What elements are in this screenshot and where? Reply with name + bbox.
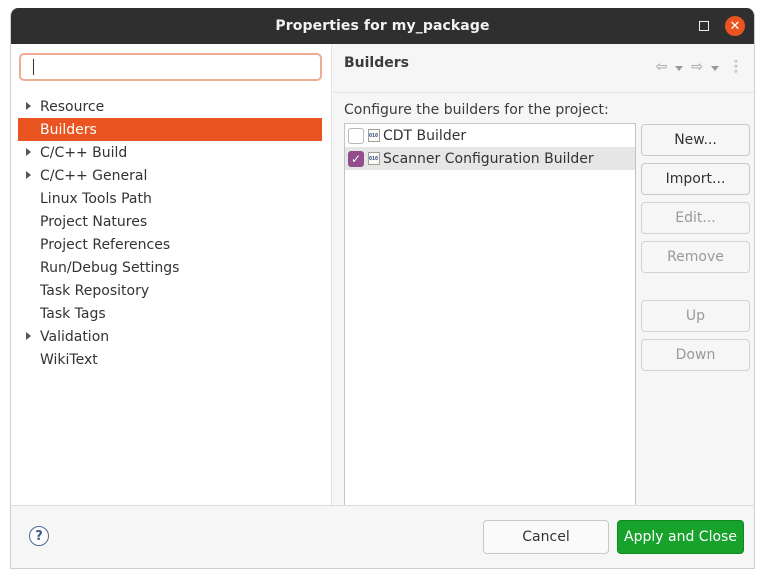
tree-item-task-repository[interactable]: Task Repository	[18, 279, 322, 302]
close-button[interactable]: ✕	[725, 16, 745, 36]
forward-arrow-icon[interactable]: ⇨	[691, 59, 703, 75]
tree-item-label: Linux Tools Path	[40, 190, 152, 207]
tree-item-label: Project Natures	[40, 213, 148, 230]
new-button[interactable]: New...	[641, 124, 750, 156]
apply-and-close-button[interactable]: Apply and Close	[617, 520, 744, 554]
tree-item-label: Resource	[40, 98, 105, 115]
page-description: Configure the builders for the project:	[344, 102, 609, 118]
close-icon: ✕	[729, 18, 741, 34]
properties-dialog: Properties for my_package ✕ Resource Buil…	[10, 8, 755, 569]
cancel-button[interactable]: Cancel	[483, 520, 609, 554]
expand-arrow-icon[interactable]	[26, 102, 31, 110]
tree-item-label: Validation	[40, 328, 110, 345]
help-icon[interactable]: ?	[29, 526, 49, 546]
down-button[interactable]: Down	[641, 339, 750, 371]
builder-label: Scanner Configuration Builder	[383, 150, 594, 167]
tree-item-resource[interactable]: Resource	[18, 95, 322, 118]
page-header: Builders ⇦ ⇨ ∘ ∘ ∘	[333, 44, 754, 93]
builder-label: CDT Builder	[383, 127, 467, 144]
window-title: Properties for my_package	[275, 18, 490, 34]
tree-item-builders[interactable]: Builders	[18, 118, 322, 141]
expand-arrow-icon[interactable]	[26, 148, 31, 156]
tree-item-wikitext[interactable]: WikiText	[18, 348, 322, 371]
builders-page: Builders ⇦ ⇨ ∘ ∘ ∘ Configure the builders …	[333, 44, 754, 507]
tree-item-label: Task Tags	[40, 305, 106, 322]
tree-item-label: Project References	[40, 236, 171, 253]
page-navigation: ⇦ ⇨ ∘ ∘ ∘	[656, 57, 739, 76]
tree-item-project-references[interactable]: Project References	[18, 233, 322, 256]
tree-item-validation[interactable]: Validation	[18, 325, 322, 348]
builder-actions: New... Import... Edit... Remove Up Down	[641, 124, 750, 371]
builder-list: CDT Builder ✓ Scanner Configuration Builde…	[344, 123, 636, 507]
tree-item-label: Builders	[40, 121, 97, 138]
tree-item-label: Task Repository	[40, 282, 150, 299]
import-button[interactable]: Import...	[641, 163, 750, 195]
dialog-footer: ? Cancel Apply and Close	[11, 505, 754, 568]
expand-arrow-icon[interactable]	[26, 332, 31, 340]
tree-item-label: Run/Debug Settings	[40, 259, 180, 276]
builder-checkbox[interactable]: ✓	[348, 150, 364, 167]
edit-button[interactable]: Edit...	[641, 202, 750, 234]
builder-checkbox[interactable]	[348, 127, 364, 144]
forward-dropdown-icon[interactable]	[711, 65, 719, 71]
tree-item-label: WikiText	[40, 351, 98, 368]
text-caret	[33, 59, 34, 75]
binary-file-icon	[368, 129, 380, 142]
back-dropdown-icon[interactable]	[675, 65, 684, 71]
page-title: Builders	[344, 55, 409, 71]
builder-row[interactable]: ✓ Scanner Configuration Builder	[345, 147, 635, 170]
back-arrow-icon[interactable]: ⇦	[656, 59, 668, 75]
maximize-icon[interactable]	[699, 21, 709, 31]
up-button[interactable]: Up	[641, 300, 750, 332]
tree-item-project-natures[interactable]: Project Natures	[18, 210, 322, 233]
builder-row[interactable]: CDT Builder	[345, 124, 635, 147]
tree-item-label: C/C++ Build	[40, 144, 128, 161]
expand-arrow-icon[interactable]	[26, 171, 31, 179]
preference-tree: Resource Builders C/C++ Build C/C++ General…	[18, 95, 322, 371]
binary-file-icon	[368, 152, 380, 165]
title-bar: Properties for my_package ✕	[11, 8, 754, 44]
filter-input[interactable]	[19, 53, 322, 81]
remove-button[interactable]: Remove	[641, 241, 750, 273]
tree-item-linux-tools-path[interactable]: Linux Tools Path	[18, 187, 322, 210]
view-menu-icon[interactable]: ∘ ∘ ∘	[733, 57, 739, 76]
tree-item-c-c-general[interactable]: C/C++ General	[18, 164, 322, 187]
tree-item-c-c-build[interactable]: C/C++ Build	[18, 141, 322, 164]
tree-item-run-debug-settings[interactable]: Run/Debug Settings	[18, 256, 322, 279]
preference-tree-pane: Resource Builders C/C++ Build C/C++ General…	[11, 44, 332, 505]
tree-item-label: C/C++ General	[40, 167, 148, 184]
tree-item-task-tags[interactable]: Task Tags	[18, 302, 322, 325]
